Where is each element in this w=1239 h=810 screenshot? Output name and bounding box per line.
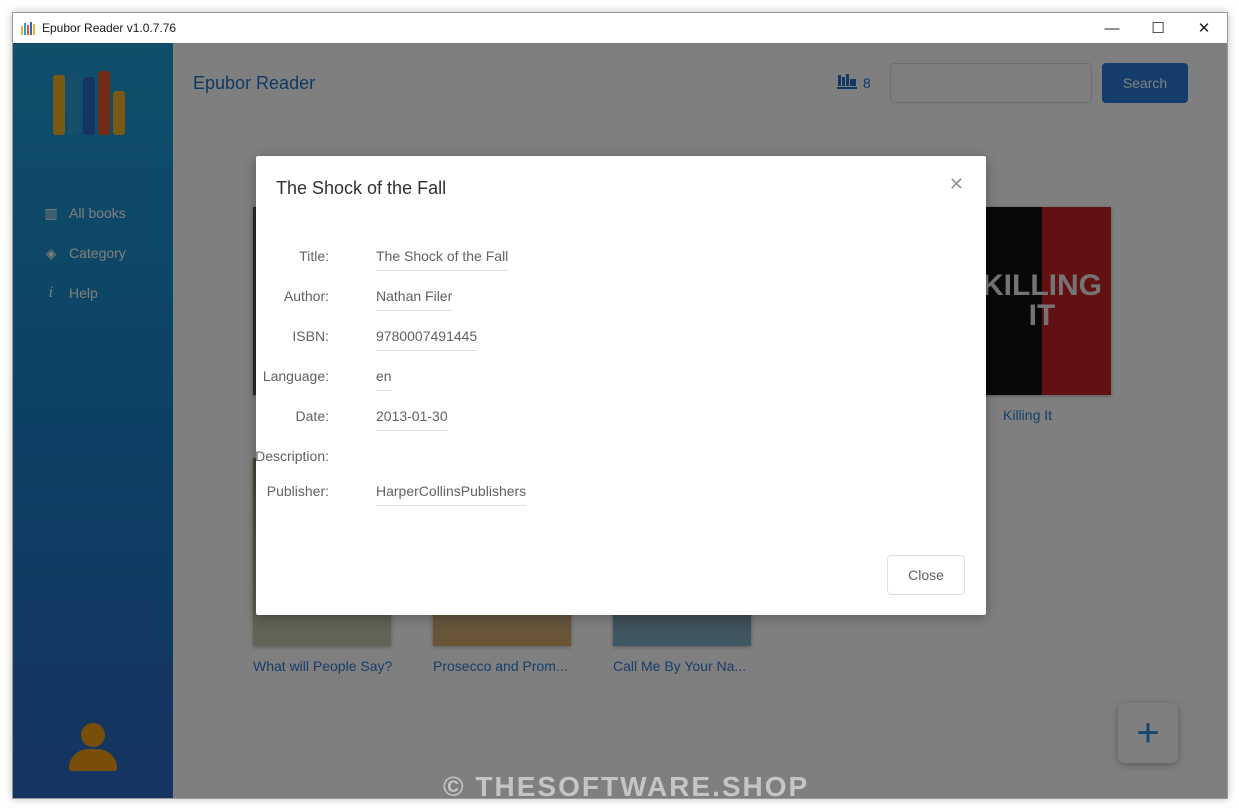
field-label: Language: (262, 368, 329, 384)
field-label: Author: (283, 288, 329, 304)
app-window: Epubor Reader v1.0.7.76 — ☐ ✕ ▥ All book… (12, 12, 1228, 799)
window-controls: — ☐ ✕ (1089, 13, 1227, 43)
field-date: Date: 2013-01-30 (256, 404, 956, 431)
field-title: Title: The Shock of the Fall (256, 244, 956, 271)
field-value: The Shock of the Fall (376, 248, 509, 271)
dialog-title: The Shock of the Fall (276, 178, 447, 198)
field-value: HarperCollinsPublishers (376, 483, 527, 506)
watermark: © THESOFTWARE.SHOP (443, 771, 810, 799)
field-value: 2013-01-30 (376, 408, 448, 431)
field-label: Publisher: (266, 483, 329, 499)
field-isbn: ISBN: 9780007491445 (256, 324, 956, 351)
title-bar: Epubor Reader v1.0.7.76 — ☐ ✕ (13, 13, 1227, 43)
app-icon (21, 21, 35, 35)
field-description: Description: (255, 444, 956, 470)
close-icon[interactable]: ✕ (949, 174, 964, 195)
book-info-dialog: The Shock of the Fall ✕ Title: The Shock… (255, 156, 986, 615)
close-button[interactable]: Close (887, 555, 965, 595)
minimize-button[interactable]: — (1089, 13, 1135, 43)
field-value: en (376, 368, 392, 391)
field-label: ISBN: (292, 328, 329, 344)
field-publisher: Publisher: HarperCollinsPublishers (256, 479, 956, 506)
window-title: Epubor Reader v1.0.7.76 (42, 21, 177, 35)
field-author: Author: Nathan Filer (256, 284, 956, 311)
field-label: Description: (255, 448, 329, 464)
maximize-button[interactable]: ☐ (1135, 13, 1181, 43)
field-language: Language: en (256, 364, 956, 391)
close-window-button[interactable]: ✕ (1181, 13, 1227, 43)
field-value: 9780007491445 (376, 328, 478, 351)
field-label: Date: (295, 408, 329, 424)
field-value: Nathan Filer (376, 288, 453, 311)
field-label: Title: (299, 248, 329, 264)
